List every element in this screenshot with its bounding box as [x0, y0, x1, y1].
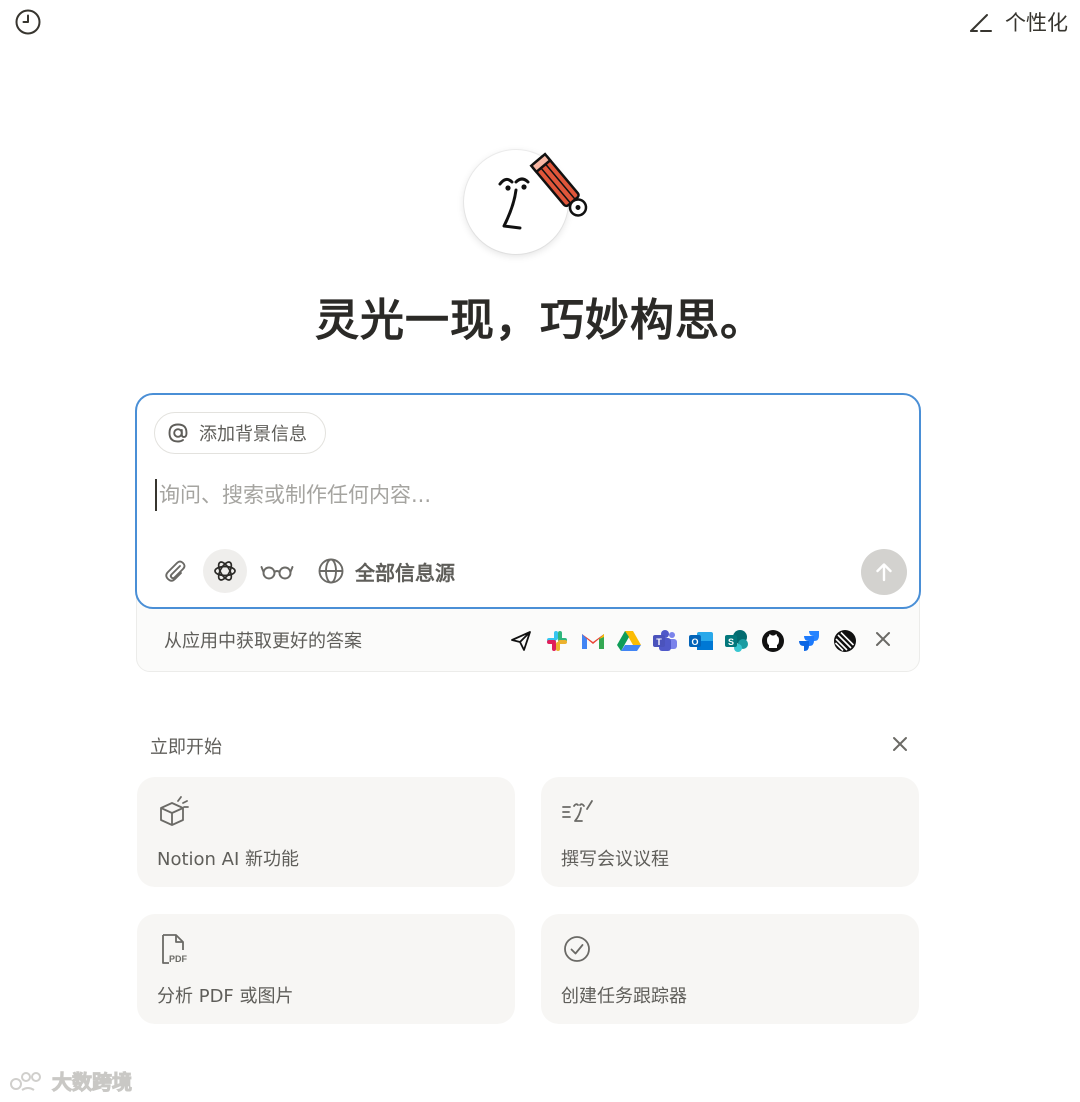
sources-label: 全部信息源 — [355, 560, 455, 585]
at-icon — [168, 423, 188, 443]
add-context-label: 添加背景信息 — [199, 424, 307, 445]
teams-icon[interactable]: T — [651, 627, 679, 655]
model-selector-button[interactable] — [203, 549, 247, 593]
close-icon — [876, 632, 890, 646]
card-label: Notion AI 新功能 — [157, 849, 300, 870]
apps-close-button[interactable] — [871, 627, 895, 651]
linear-icon[interactable] — [831, 627, 859, 655]
close-icon — [893, 737, 907, 751]
personalize-button[interactable]: 个性化 — [967, 6, 1068, 38]
card-label: 分析 PDF 或图片 — [157, 986, 294, 1007]
paperclip-icon — [165, 560, 186, 582]
pdf-icon: PDF — [162, 934, 188, 964]
check-circle-icon — [564, 936, 590, 962]
card-label: 创建任务跟踪器 — [561, 986, 687, 1007]
add-context-button[interactable]: 添加背景信息 — [154, 412, 326, 454]
box-sparkle-icon — [160, 796, 189, 826]
globe-icon — [318, 558, 344, 584]
svg-text:T: T — [656, 637, 662, 647]
paper-plane-icon[interactable] — [507, 627, 535, 655]
svg-text:S: S — [728, 637, 734, 647]
app-icon-list: T O S — [507, 627, 859, 655]
prompt-input[interactable] — [155, 479, 849, 511]
watermark: 大数跨境 — [8, 1066, 133, 1095]
get-started-title: 立即开始 — [150, 737, 222, 758]
card-label: 撰写会议议程 — [561, 849, 669, 870]
personalize-label: 个性化 — [1005, 11, 1068, 35]
connect-apps-text[interactable]: 从应用中获取更好的答案 — [164, 627, 362, 653]
suggestion-card-meeting-agenda[interactable]: 撰写会议议程 — [541, 777, 919, 887]
clock-icon — [15, 9, 41, 35]
watermark-text: 大数跨境 — [52, 1070, 133, 1095]
sources-button[interactable]: 全部信息源 — [317, 551, 455, 591]
svg-text:O: O — [691, 637, 698, 647]
suggestion-card-task-tracker[interactable]: 创建任务跟踪器 — [541, 914, 919, 1024]
ai-composer: 添加背景信息 全部信息源 — [135, 393, 921, 609]
history-button[interactable] — [12, 6, 44, 38]
attach-button[interactable] — [159, 555, 191, 587]
page-headline: 灵光一现，巧妙构思。 — [315, 295, 765, 346]
openai-icon — [214, 561, 236, 581]
jira-icon[interactable] — [795, 627, 823, 655]
pen-icon — [970, 14, 992, 32]
send-button[interactable] — [861, 549, 907, 595]
writing-face-icon — [562, 800, 593, 822]
ai-avatar — [464, 146, 590, 258]
watermark-logo-icon — [10, 1071, 41, 1091]
research-mode-button[interactable] — [259, 555, 295, 587]
github-icon[interactable] — [759, 627, 787, 655]
gmail-icon[interactable] — [579, 627, 607, 655]
google-drive-icon[interactable] — [615, 627, 643, 655]
slack-icon[interactable] — [543, 627, 571, 655]
get-started-close-button[interactable] — [888, 732, 912, 756]
svg-text:PDF: PDF — [169, 954, 188, 964]
sharepoint-icon[interactable]: S — [723, 627, 751, 655]
suggestion-card-analyze-pdf[interactable]: PDF 分析 PDF 或图片 — [137, 914, 515, 1024]
notion-ai-face-icon — [498, 152, 588, 230]
outlook-icon[interactable]: O — [687, 627, 715, 655]
arrow-up-icon — [876, 563, 892, 582]
glasses-icon — [260, 566, 294, 580]
suggestion-card-whats-new[interactable]: Notion AI 新功能 — [137, 777, 515, 887]
